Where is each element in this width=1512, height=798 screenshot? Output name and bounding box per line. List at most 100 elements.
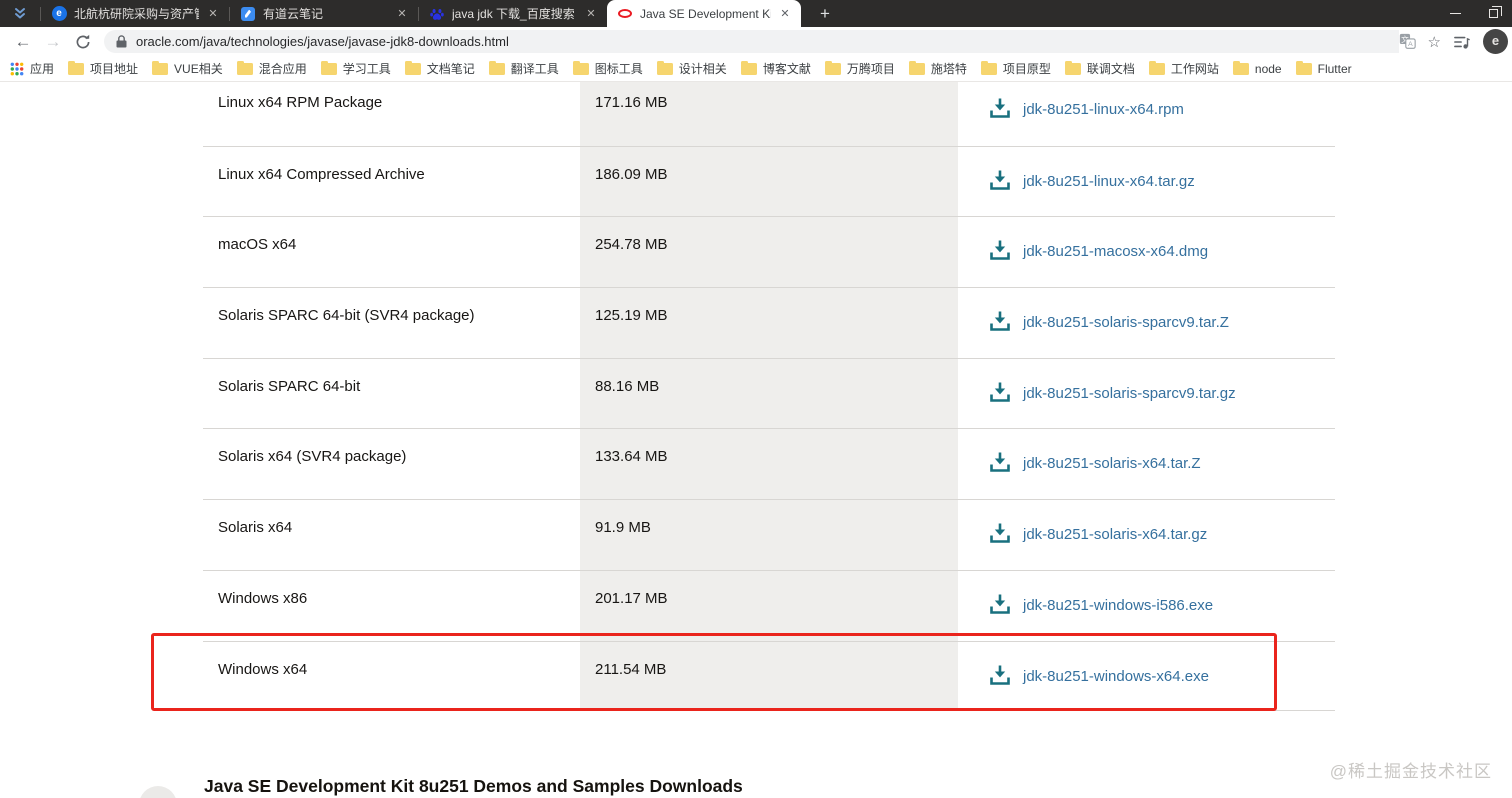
download-icon[interactable] xyxy=(988,521,1012,545)
tab-caigou-site[interactable]: e 北航杭研院采购与资产管理部 ✕ xyxy=(41,0,229,27)
new-tab-button[interactable]: + xyxy=(813,4,837,24)
tab-title: Java SE Development Kit 8 - D xyxy=(640,6,771,21)
download-link[interactable]: jdk-8u251-windows-i586.exe xyxy=(1023,597,1213,614)
folder-icon xyxy=(320,60,337,75)
bookmark-folder[interactable]: Flutter xyxy=(1295,60,1352,76)
download-link[interactable]: jdk-8u251-macosx-x64.dmg xyxy=(1023,243,1208,260)
bookmark-label: 施塔特 xyxy=(930,62,967,76)
close-icon[interactable]: ✕ xyxy=(583,6,599,22)
file-size-cell: 88.16 MB xyxy=(580,358,958,429)
table-row: Solaris x64 (SVR4 package) 133.64 MB jdk… xyxy=(203,428,1335,500)
youdao-note-icon xyxy=(240,6,256,22)
download-link[interactable]: jdk-8u251-windows-x64.exe xyxy=(1023,668,1209,685)
file-size-cell: 254.78 MB xyxy=(580,217,958,288)
translate-icon[interactable]: 文A xyxy=(1399,33,1416,50)
folder-icon xyxy=(1232,60,1249,75)
tab-baidu-search[interactable]: java jdk 下载_百度搜索 ✕ xyxy=(419,0,607,27)
bookmark-folder[interactable]: 项目原型 xyxy=(980,60,1051,77)
bookmark-folder[interactable]: 学习工具 xyxy=(320,60,391,77)
file-size-cell: 201.17 MB xyxy=(580,570,958,641)
back-button[interactable]: ← xyxy=(8,32,38,52)
bookmark-label: 项目地址 xyxy=(90,62,139,76)
bookmark-folder[interactable]: 图标工具 xyxy=(572,60,643,77)
download-icon[interactable] xyxy=(988,663,1012,687)
file-size-cell: 211.54 MB xyxy=(580,641,958,711)
close-icon[interactable]: ✕ xyxy=(777,6,793,22)
restore-button[interactable] xyxy=(1474,0,1512,27)
tab-oracle-jdk-downloads[interactable]: Java SE Development Kit 8 - D ✕ xyxy=(607,0,801,27)
tab-title: 北航杭研院采购与资产管理部 xyxy=(74,7,199,21)
bookmark-folder[interactable]: 万腾项目 xyxy=(824,60,895,77)
minimize-button[interactable] xyxy=(1436,0,1474,27)
folder-icon xyxy=(824,60,841,75)
bookmark-folder[interactable]: 翻译工具 xyxy=(488,60,559,77)
jdk-download-table: Linux x64 RPM Package 171.16 MB jdk-8u25… xyxy=(203,82,1335,712)
download-link[interactable]: jdk-8u251-solaris-sparcv9.tar.Z xyxy=(1023,314,1229,331)
close-icon[interactable]: ✕ xyxy=(394,6,410,22)
watermark-text: @稀土掘金技术社区 xyxy=(1329,762,1492,781)
product-cell: Linux x64 Compressed Archive xyxy=(218,165,425,183)
bookmark-folder[interactable]: 博客文献 xyxy=(740,60,811,77)
close-icon[interactable]: ✕ xyxy=(205,6,221,22)
bookmark-label: 万腾项目 xyxy=(846,62,895,76)
browser-window: e 北航杭研院采购与资产管理部 ✕ 有道云笔记 ✕ java jdk 下载_百度… xyxy=(0,0,1512,798)
tab-youdao-note[interactable]: 有道云笔记 ✕ xyxy=(230,0,418,27)
download-link[interactable]: jdk-8u251-linux-x64.rpm xyxy=(1023,101,1184,118)
download-cell: jdk-8u251-macosx-x64.dmg xyxy=(958,217,1335,287)
url-bar[interactable]: oracle.com/java/technologies/javase/java… xyxy=(104,30,1420,53)
download-icon[interactable] xyxy=(988,96,1012,120)
download-icon[interactable] xyxy=(988,238,1012,262)
url-text[interactable]: oracle.com/java/technologies/javase/java… xyxy=(136,34,509,49)
reload-button[interactable] xyxy=(68,34,98,50)
bookmark-label: 学习工具 xyxy=(342,62,391,76)
tab-title: 有道云笔记 xyxy=(263,7,324,21)
file-size-cell: 186.09 MB xyxy=(580,146,958,217)
folder-icon xyxy=(404,60,421,75)
download-icon[interactable] xyxy=(988,380,1012,404)
table-row: macOS x64 254.78 MB jdk-8u251-macosx-x64… xyxy=(203,216,1335,288)
folder-icon xyxy=(656,60,673,75)
download-icon[interactable] xyxy=(988,168,1012,192)
file-size-cell: 91.9 MB xyxy=(580,500,958,570)
annotation-circle xyxy=(139,786,177,798)
folder-icon xyxy=(572,60,589,75)
bookmark-folder[interactable]: VUE相关 xyxy=(152,60,223,77)
browser-toolbar: ← → oracle.com/java/technologies/javase/… xyxy=(0,27,1512,56)
download-cell: jdk-8u251-solaris-sparcv9.tar.Z xyxy=(958,288,1335,358)
bookmark-folder[interactable]: 设计相关 xyxy=(656,60,727,77)
bookmark-folder[interactable]: 施塔特 xyxy=(908,60,967,77)
bookmark-apps[interactable]: 应用 xyxy=(10,60,54,77)
bookmark-folder[interactable]: 混合应用 xyxy=(236,60,307,77)
folder-icon xyxy=(1064,60,1081,75)
bookmark-folder[interactable]: 项目地址 xyxy=(68,60,138,77)
bookmark-label: 设计相关 xyxy=(678,62,727,76)
download-link[interactable]: jdk-8u251-linux-x64.tar.gz xyxy=(1023,173,1195,190)
download-cell: jdk-8u251-solaris-sparcv9.tar.gz xyxy=(958,359,1335,429)
bookmark-label: 工作网站 xyxy=(1170,62,1219,76)
bookmark-folder[interactable]: 文档笔记 xyxy=(404,60,475,77)
double-chevron-down-icon[interactable] xyxy=(0,0,40,27)
oracle-ring-icon xyxy=(617,6,633,22)
table-row: Linux x64 RPM Package 171.16 MB jdk-8u25… xyxy=(203,82,1335,146)
product-cell: Windows x86 xyxy=(218,589,308,607)
file-size-cell: 125.19 MB xyxy=(580,288,958,358)
page-content: Linux x64 RPM Package 171.16 MB jdk-8u25… xyxy=(0,82,1512,798)
svg-text:A: A xyxy=(1408,41,1413,48)
bookmark-star-icon[interactable]: ☆ xyxy=(1428,33,1441,51)
download-icon[interactable] xyxy=(988,450,1012,474)
bookmark-folder[interactable]: 联调文档 xyxy=(1064,60,1135,77)
bookmark-folder[interactable]: node xyxy=(1232,60,1282,76)
bookmark-label: 项目原型 xyxy=(1002,62,1051,76)
download-link[interactable]: jdk-8u251-solaris-x64.tar.Z xyxy=(1023,455,1201,472)
download-cell: jdk-8u251-linux-x64.rpm xyxy=(958,82,1335,146)
media-controls-icon[interactable] xyxy=(1453,34,1471,50)
download-link[interactable]: jdk-8u251-solaris-x64.tar.gz xyxy=(1023,526,1207,543)
bookmarks-bar: 应用 项目地址 VUE相关 混合应用 学习工具 文档笔记 翻译工具 图标工具 设… xyxy=(0,56,1512,82)
download-icon[interactable] xyxy=(988,592,1012,616)
download-cell: jdk-8u251-solaris-x64.tar.gz xyxy=(958,500,1335,570)
download-link[interactable]: jdk-8u251-solaris-sparcv9.tar.gz xyxy=(1023,385,1236,402)
download-icon[interactable] xyxy=(988,309,1012,333)
profile-avatar[interactable]: e xyxy=(1483,29,1508,54)
bookmark-folder[interactable]: 工作网站 xyxy=(1148,60,1219,77)
bookmark-label: 混合应用 xyxy=(258,62,307,76)
